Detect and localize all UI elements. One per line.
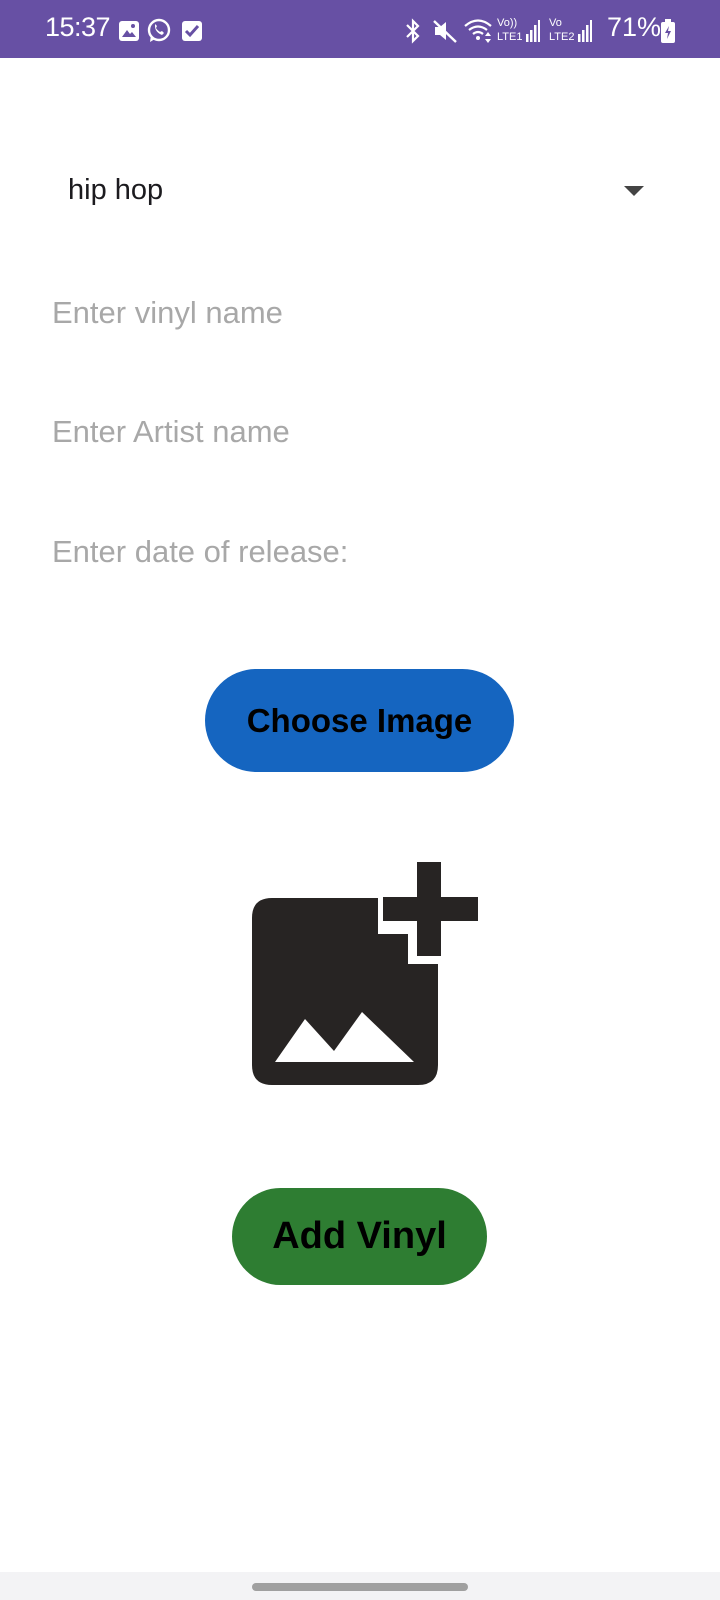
lte1-label: LTE1 [497, 31, 522, 43]
bluetooth-icon [406, 18, 420, 44]
whatsapp-icon [147, 18, 171, 42]
lte2-label: LTE2 [549, 31, 574, 43]
artist-name-input[interactable] [52, 397, 668, 467]
signal-sim2-icon: Vo LTE2 [549, 17, 592, 43]
signal-sim1-icon: Vo)) LTE1 [497, 17, 540, 43]
dropdown-arrow-icon [624, 186, 644, 196]
battery-icon [661, 19, 675, 43]
checkbox-icon [182, 21, 202, 41]
volte1-label: Vo)) [497, 17, 517, 29]
status-time: 15:37 [45, 12, 111, 42]
status-bar: 15:37 Vo)) LTE1 Vo LTE2 71% [0, 0, 720, 58]
gallery-icon [119, 21, 139, 41]
genre-selected-value: hip hop [68, 174, 164, 206]
release-date-input[interactable] [52, 517, 668, 587]
choose-image-button[interactable]: Choose Image [205, 669, 514, 772]
add-photo-icon[interactable] [252, 862, 478, 1086]
wifi-icon [464, 19, 492, 43]
genre-spinner[interactable]: hip hop [52, 152, 668, 230]
screen: 15:37 Vo)) LTE1 Vo LTE2 71% hip hop Ente… [0, 0, 720, 1600]
mute-icon [433, 20, 457, 43]
add-vinyl-button[interactable]: Add Vinyl [232, 1188, 487, 1285]
battery-percent: 71% [607, 12, 662, 42]
volte2-label: Vo [549, 17, 562, 29]
navigation-bar [0, 1572, 720, 1600]
gesture-handle[interactable] [252, 1583, 468, 1591]
vinyl-name-input[interactable] [52, 278, 668, 348]
